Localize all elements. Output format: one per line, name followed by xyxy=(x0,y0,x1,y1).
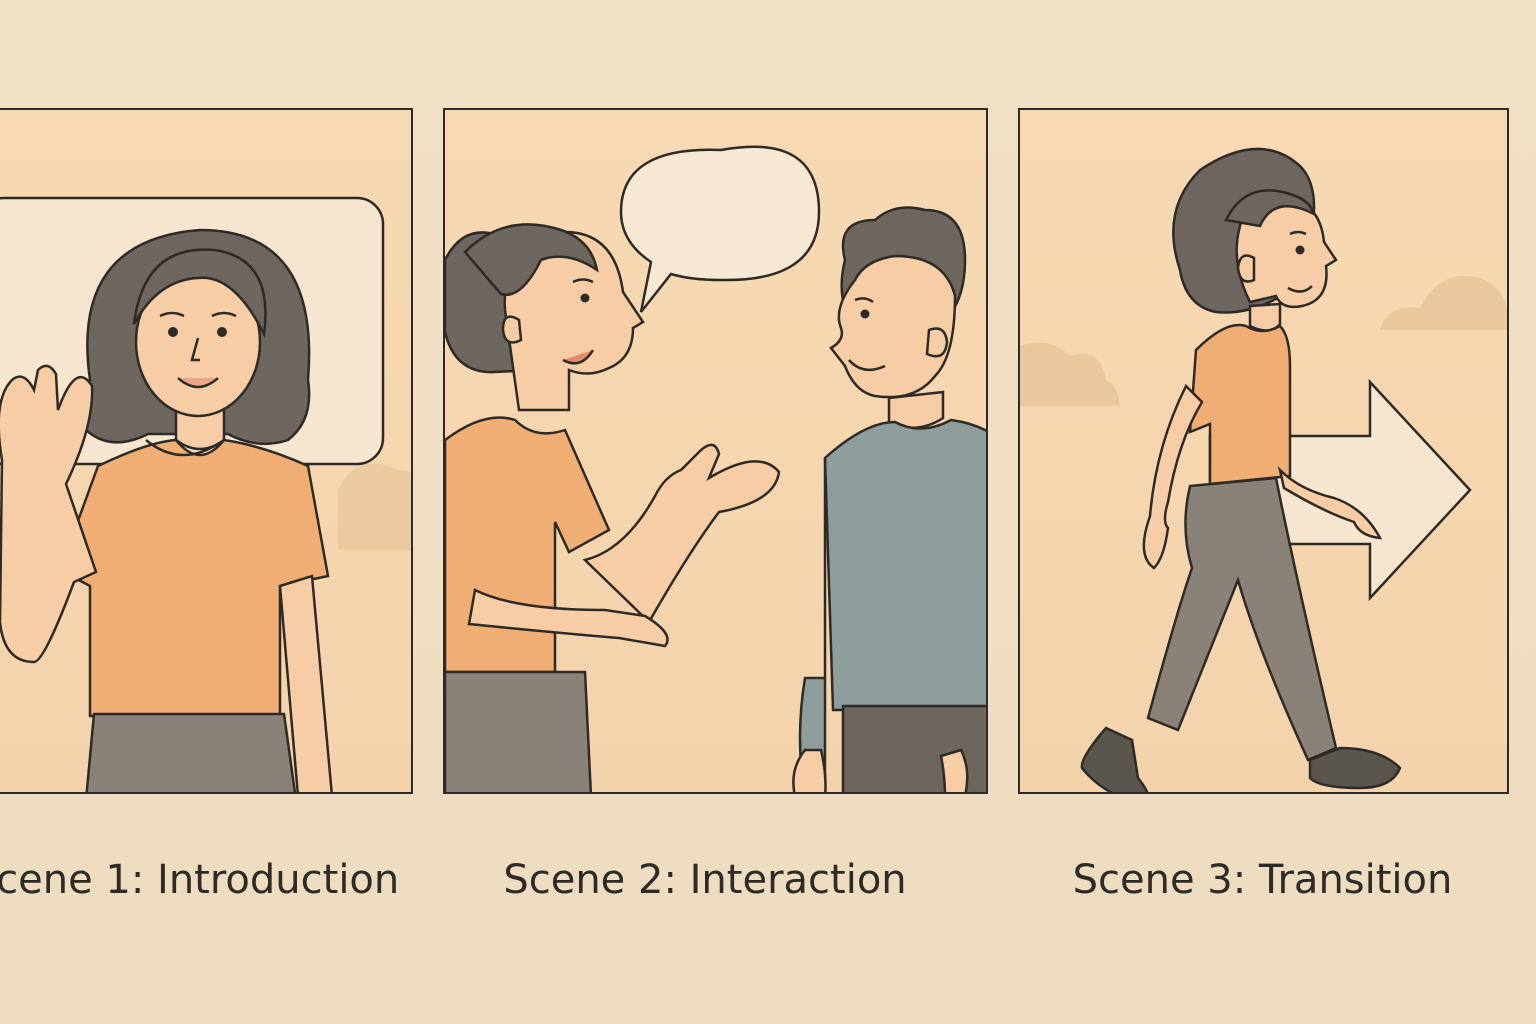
background-cloud-icon xyxy=(1380,276,1507,330)
scene-1-caption: Scene 1: Introduction xyxy=(0,857,400,903)
scene-2-illustration xyxy=(445,145,986,792)
scene-2-caption: Scene 2: Interaction xyxy=(503,857,907,903)
woman-pants xyxy=(445,670,593,792)
pants xyxy=(85,712,297,792)
storyboard: Scene 1: Introduction Scene 2: Interacti… xyxy=(0,0,1536,1024)
scene-3-caption: Scene 3: Transition xyxy=(1072,857,1453,903)
front-shoe xyxy=(1308,746,1402,790)
speech-bubble-icon xyxy=(619,145,821,313)
scene-1-panel xyxy=(0,108,413,794)
back-shoe xyxy=(1080,726,1149,792)
scene-2-panel xyxy=(443,108,988,794)
scene-3-panel xyxy=(1018,108,1509,794)
woman-gesturing-hand xyxy=(582,443,781,625)
background-cloud-icon xyxy=(338,463,411,550)
shirt xyxy=(1188,323,1292,486)
scene-1-illustration xyxy=(0,196,411,792)
scene-3-illustration xyxy=(1020,147,1507,792)
background-cloud-icon xyxy=(1020,342,1120,406)
